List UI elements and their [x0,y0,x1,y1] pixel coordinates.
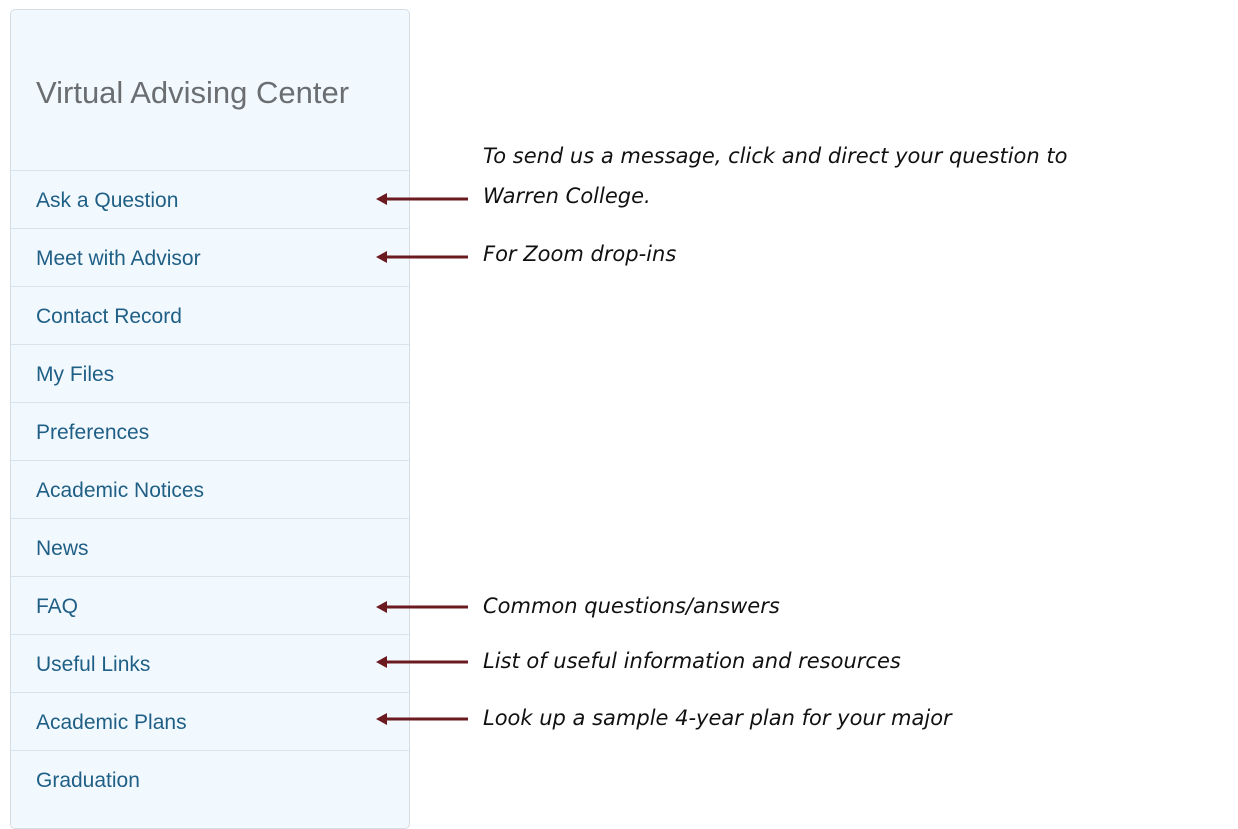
sidebar-item-label[interactable]: Meet with Advisor [36,247,201,271]
sidebar-item-news[interactable]: News [11,518,409,576]
sidebar-item-label[interactable]: Graduation [36,769,140,793]
sidebar-item-label[interactable]: Preferences [36,421,149,445]
sidebar-item-label[interactable]: News [36,537,89,561]
sidebar-item-label[interactable]: Academic Plans [36,711,187,735]
faq-note: Common questions/answers [483,594,780,618]
left-arrow-icon [376,251,468,263]
sidebar-item-faq[interactable]: FAQ [11,576,409,634]
sidebar-item-label[interactable]: FAQ [36,595,78,619]
sidebar-item-label[interactable]: Useful Links [36,653,150,677]
sidebar-item-academic-notices[interactable]: Academic Notices [11,460,409,518]
sidebar-item-useful-links[interactable]: Useful Links [11,634,409,692]
left-arrow-icon [376,713,468,725]
sidebar-item-meet-with-advisor[interactable]: Meet with Advisor [11,228,409,286]
sidebar-item-preferences[interactable]: Preferences [11,402,409,460]
left-arrow-icon [376,601,468,613]
ask-question-note-line2: Warren College. [483,184,651,208]
sidebar-nav: Ask a Question Meet with Advisor Contact… [11,170,409,808]
useful-links-note: List of useful information and resources [483,649,901,673]
virtual-advising-panel: Virtual Advising Center Ask a Question M… [10,9,410,829]
sidebar-item-my-files[interactable]: My Files [11,344,409,402]
left-arrow-icon [376,193,468,205]
sidebar-item-label[interactable]: My Files [36,363,114,387]
left-arrow-icon [376,656,468,668]
sidebar-item-label[interactable]: Academic Notices [36,479,204,503]
panel-title: Virtual Advising Center [36,75,350,110]
sidebar-item-label[interactable]: Contact Record [36,305,182,329]
sidebar-item-contact-record[interactable]: Contact Record [11,286,409,344]
sidebar-item-ask-a-question[interactable]: Ask a Question [11,170,409,228]
sidebar-item-academic-plans[interactable]: Academic Plans [11,692,409,750]
sidebar-item-graduation[interactable]: Graduation [11,750,409,808]
academic-plans-note: Look up a sample 4-year plan for your ma… [483,706,952,730]
ask-question-note-line1: To send us a message, click and direct y… [483,144,1068,168]
meet-advisor-note: For Zoom drop-ins [483,242,677,266]
sidebar-item-label[interactable]: Ask a Question [36,189,178,213]
